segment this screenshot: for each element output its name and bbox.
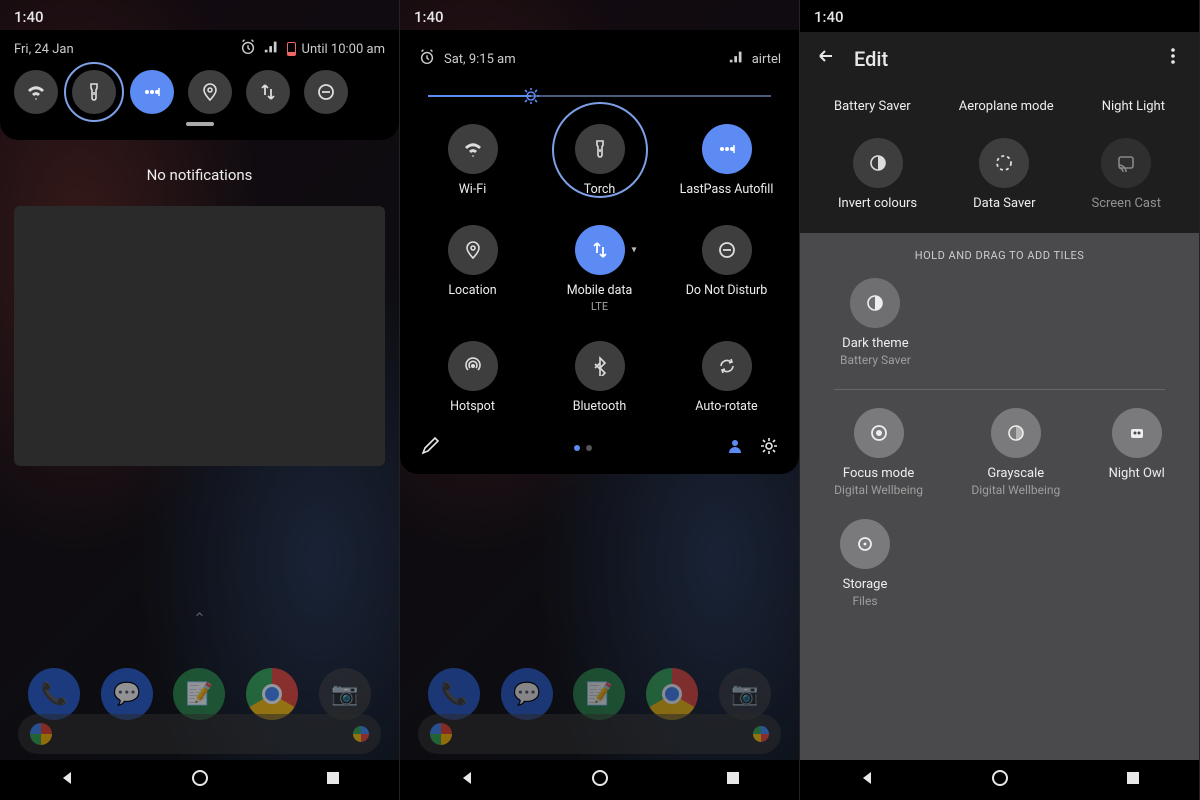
edit-header: Edit	[800, 32, 1199, 85]
qs-tile-autorotate[interactable]: Auto-rotate	[668, 341, 785, 414]
inactive-tiles-area[interactable]: HOLD AND DRAG TO ADD TILES Dark theme Ba…	[800, 233, 1199, 800]
alarm-icon	[239, 38, 257, 60]
nav-home-icon[interactable]	[990, 768, 1010, 792]
date-label: Fri, 24 Jan	[14, 42, 74, 57]
nav-back-icon[interactable]	[857, 768, 877, 792]
drag-hint-label: HOLD AND DRAG TO ADD TILES	[810, 249, 1189, 262]
qs-tile-wifi[interactable]	[14, 70, 58, 114]
status-bar: 1:40	[400, 0, 799, 30]
google-logo-icon	[30, 723, 52, 745]
qs-tile-torch[interactable]: Torch	[541, 124, 658, 197]
tile-night-owl[interactable]: Night Owl	[1109, 408, 1165, 481]
qs-tile-grid: Wi-Fi Torch LastPass Autofill Location ▾	[414, 124, 785, 414]
clock: 1:40	[14, 8, 44, 26]
nav-home-icon[interactable]	[590, 768, 610, 792]
search-bar[interactable]	[418, 714, 781, 754]
nav-recent-icon[interactable]	[723, 768, 743, 792]
tile-aeroplane-mode[interactable]: Aeroplane mode	[959, 99, 1054, 114]
date-label: Sat, 9:15 am	[444, 52, 516, 67]
qs-tile-dnd[interactable]	[304, 70, 348, 114]
qs-tile-hotspot[interactable]: Hotspot	[414, 341, 531, 414]
qs-tile-torch[interactable]	[72, 70, 116, 114]
qs-tile-mobiledata[interactable]: ▾ Mobile data LTE	[541, 225, 658, 313]
assistant-mic-icon[interactable]	[753, 726, 769, 742]
qs-tile-wifi[interactable]: Wi-Fi	[414, 124, 531, 197]
media-card-placeholder[interactable]	[14, 206, 385, 466]
clock: 1:40	[814, 8, 844, 26]
overflow-menu-button[interactable]	[1163, 46, 1183, 71]
tile-storage[interactable]: Storage Files	[840, 519, 890, 608]
user-switcher-button[interactable]	[725, 436, 745, 460]
dock: 📞 💬 📝 📷	[400, 668, 799, 720]
edit-title: Edit	[854, 47, 888, 71]
nav-home-icon[interactable]	[190, 768, 210, 792]
signal-icon	[728, 48, 746, 70]
phone-panel-1: 1:40 Fri, 24 Jan Until 10:00 am	[0, 0, 400, 800]
qs-tile-lastpass[interactable]	[130, 70, 174, 114]
brightness-slider[interactable]	[428, 84, 771, 108]
app-keep-icon[interactable]: 📝	[573, 668, 625, 720]
active-tiles-area[interactable]: Battery Saver Aeroplane mode Night Light…	[800, 85, 1199, 233]
nav-recent-icon[interactable]	[323, 768, 343, 792]
app-messages-icon[interactable]: 💬	[101, 668, 153, 720]
phone-panel-3: 1:40 Edit Battery Saver Aeroplane mode N…	[800, 0, 1200, 800]
status-bar: 1:40	[0, 0, 399, 30]
drag-handle[interactable]	[186, 122, 214, 126]
status-bar: 1:40	[800, 0, 1199, 30]
tile-dark-theme[interactable]: Dark theme Battery Saver	[840, 278, 911, 367]
dock: 📞 💬 📝 📷	[0, 668, 399, 720]
app-phone-icon[interactable]: 📞	[28, 668, 80, 720]
qs-tile-dnd[interactable]: Do Not Disturb	[668, 225, 785, 313]
quick-settings-panel[interactable]: Sat, 9:15 am airtel Wi-Fi Torch	[400, 30, 799, 474]
quick-settings-mini[interactable]: Fri, 24 Jan Until 10:00 am	[0, 30, 399, 140]
back-button[interactable]	[816, 46, 836, 71]
tile-night-light[interactable]: Night Light	[1102, 99, 1165, 114]
clock: 1:40	[414, 8, 444, 26]
app-drawer-caret-icon[interactable]: ⌃	[0, 609, 399, 628]
app-phone-icon[interactable]: 📞	[428, 668, 480, 720]
google-logo-icon	[430, 723, 452, 745]
tile-data-saver[interactable]: Data Saver	[973, 138, 1035, 211]
qs-tile-lastpass[interactable]: LastPass Autofill	[668, 124, 785, 197]
app-camera-icon[interactable]: 📷	[319, 668, 371, 720]
qs-tile-location[interactable]	[188, 70, 232, 114]
qs-tile-location[interactable]: Location	[414, 225, 531, 313]
nav-recent-icon[interactable]	[1123, 768, 1143, 792]
no-notifications-label: No notifications	[0, 166, 399, 184]
tile-screen-cast[interactable]: Screen Cast	[1091, 138, 1161, 211]
search-bar[interactable]	[18, 714, 381, 754]
signal-icon	[263, 38, 281, 60]
navigation-bar	[400, 760, 799, 800]
divider	[834, 389, 1165, 390]
phone-panel-2: 1:40 Sat, 9:15 am airtel Wi-F	[400, 0, 800, 800]
tile-grayscale[interactable]: Grayscale Digital Wellbeing	[971, 408, 1060, 497]
tile-focus-mode[interactable]: Focus mode Digital Wellbeing	[834, 408, 923, 497]
qs-tile-row	[14, 70, 385, 114]
navigation-bar	[0, 760, 399, 800]
app-chrome-icon[interactable]	[646, 668, 698, 720]
nav-back-icon[interactable]	[57, 768, 77, 792]
brightness-thumb-icon[interactable]	[521, 86, 541, 106]
alarm-until-label: Until 10:00 am	[302, 42, 385, 57]
app-camera-icon[interactable]: 📷	[719, 668, 771, 720]
tile-invert-colours[interactable]: Invert colours	[838, 138, 917, 211]
app-keep-icon[interactable]: 📝	[173, 668, 225, 720]
alarm-icon	[418, 48, 436, 70]
navigation-bar	[800, 760, 1199, 800]
assistant-mic-icon[interactable]	[353, 726, 369, 742]
app-messages-icon[interactable]: 💬	[501, 668, 553, 720]
carrier-label: airtel	[752, 52, 781, 67]
page-indicator	[574, 445, 592, 451]
tile-battery-saver[interactable]: Battery Saver	[834, 99, 911, 114]
qs-tile-mobiledata[interactable]	[246, 70, 290, 114]
nav-back-icon[interactable]	[457, 768, 477, 792]
qs-footer	[414, 436, 785, 460]
battery-icon	[287, 42, 296, 56]
app-chrome-icon[interactable]	[246, 668, 298, 720]
settings-button[interactable]	[759, 436, 779, 460]
edit-tiles-button[interactable]	[420, 436, 440, 460]
qs-tile-bluetooth[interactable]: Bluetooth	[541, 341, 658, 414]
expand-caret-icon: ▾	[631, 245, 636, 256]
